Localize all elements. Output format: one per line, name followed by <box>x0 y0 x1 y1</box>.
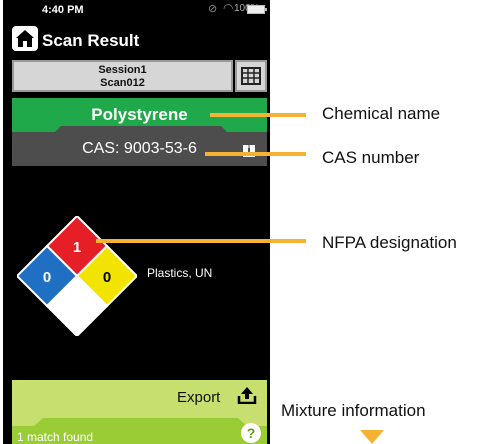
home-icon <box>16 30 34 47</box>
scan-list-button[interactable] <box>235 60 267 92</box>
battery-icon <box>247 5 267 14</box>
session-info: Session1 Scan012 <box>12 60 233 92</box>
cas-callout-line <box>205 152 306 156</box>
mixture-annotation: Mixture information <box>281 401 426 420</box>
grid-icon <box>241 67 261 85</box>
nfpa-health-value: 0 <box>43 269 51 286</box>
nfpa-diamond: 1 0 0 <box>17 216 137 336</box>
home-button[interactable] <box>12 26 38 51</box>
nfpa-annotation: NFPA designation <box>322 233 457 252</box>
status-bar: 4:40 PM ⊘ ◠ 100% <box>3 0 270 20</box>
status-time: 4:40 PM <box>42 4 84 16</box>
session-name: Session1 <box>98 64 147 76</box>
page-title: Scan Result <box>42 31 140 50</box>
export-icon[interactable] <box>237 386 257 404</box>
nfpa-category-label: Plastics, UN <box>147 266 213 280</box>
chemical-name-annotation: Chemical name <box>322 104 441 123</box>
export-label[interactable]: Export <box>177 389 220 406</box>
chemical-name-callout-line <box>210 113 306 117</box>
help-icon[interactable]: ? <box>241 423 261 443</box>
mixture-arrow-icon <box>360 430 384 444</box>
nfpa-flammability-value: 1 <box>73 239 81 256</box>
wifi-icon: ◠ <box>223 1 234 15</box>
nfpa-instability-value: 0 <box>103 269 111 286</box>
phone-screen: 4:40 PM ⊘ ◠ 100% Scan Result Session1 Sc… <box>3 0 270 444</box>
no-signal-icon: ⊘ <box>208 3 218 15</box>
scan-name: Scan012 <box>100 77 145 89</box>
nfpa-callout-line <box>96 239 306 243</box>
cas-annotation: CAS number <box>322 148 420 167</box>
match-count: 1 match found <box>17 430 94 444</box>
cas-number: CAS: 9003-53-6 <box>12 132 267 166</box>
